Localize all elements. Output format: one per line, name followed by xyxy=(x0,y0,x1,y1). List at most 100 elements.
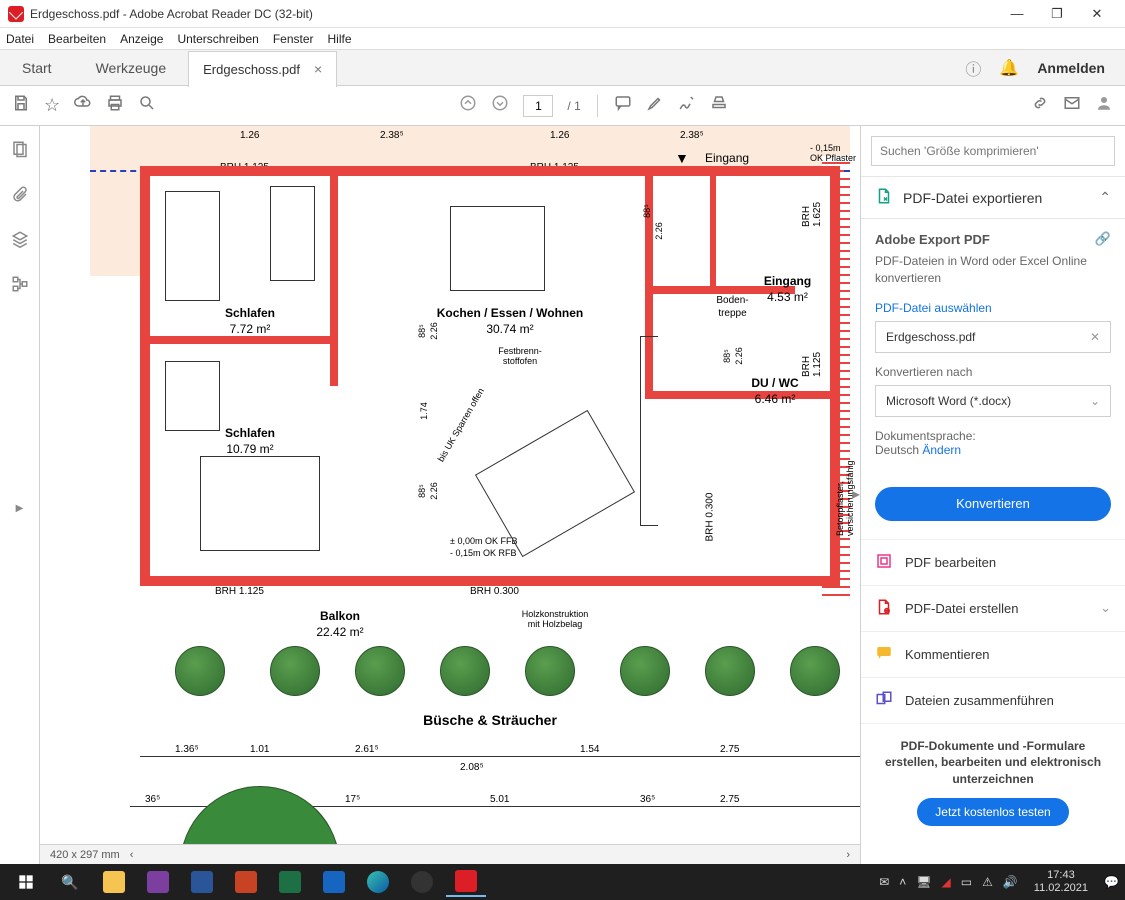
doclang-value: Deutsch xyxy=(875,443,919,457)
taskbar-search-icon[interactable]: 🔍 xyxy=(50,867,90,897)
promo-text: PDF-Dokumente und -Formulare erstellen, … xyxy=(875,738,1111,788)
tray-battery-icon[interactable]: ▭ xyxy=(961,875,972,889)
bdim-mid: 2.08⁵ xyxy=(460,762,484,773)
clear-file-icon[interactable]: ✕ xyxy=(1090,330,1100,344)
maximize-button[interactable]: ❐ xyxy=(1037,0,1077,28)
search-input[interactable] xyxy=(871,136,1115,166)
chevron-down-icon: ⌄ xyxy=(1090,394,1100,408)
document-viewport[interactable]: 1.26 2.38⁵ 1.26 2.38⁵ BRH 1.125 BRH 1.12… xyxy=(40,126,860,864)
taskbar-onenote[interactable] xyxy=(138,867,178,897)
dim-top-2: 2.38⁵ xyxy=(380,130,404,141)
taskbar-word[interactable] xyxy=(182,867,222,897)
bdim2-5: 36⁵ xyxy=(640,794,655,805)
tray-sound-icon[interactable]: 🔊 xyxy=(1003,875,1018,889)
dim-88-1: 88⁵ xyxy=(417,324,427,338)
furniture-door1 xyxy=(270,186,315,281)
bdim2-6: 2.75 xyxy=(720,794,739,805)
tool-create-pdf[interactable]: PDF-Datei erstellen ⌄ xyxy=(861,585,1125,631)
star-icon[interactable]: ☆ xyxy=(44,95,60,116)
stamp-icon[interactable] xyxy=(710,94,728,117)
elev-rfb: - 0,15m OK RFB xyxy=(450,548,517,558)
room-balkon: Balkon22.42 m² xyxy=(275,609,405,640)
export-subtitle: Adobe Export PDF xyxy=(875,232,990,247)
cloud-upload-icon[interactable] xyxy=(74,94,92,117)
page-down-icon[interactable] xyxy=(491,94,509,117)
highlight-icon[interactable] xyxy=(646,94,664,117)
menu-edit[interactable]: Bearbeiten xyxy=(48,32,106,46)
promo-box: PDF-Dokumente und -Formulare erstellen, … xyxy=(861,723,1125,840)
tray-up-icon[interactable]: ˄ xyxy=(899,875,906,889)
tray-notifications-icon[interactable]: 💬 xyxy=(1104,875,1119,889)
tool-edit-pdf[interactable]: PDF bearbeiten xyxy=(861,539,1125,585)
tray-wifi-icon[interactable]: ⚠ xyxy=(982,875,993,889)
link-share-icon[interactable] xyxy=(1031,94,1049,117)
comment-icon[interactable] xyxy=(614,94,632,117)
start-button[interactable] xyxy=(6,867,46,897)
taskbar-explorer[interactable] xyxy=(94,867,134,897)
menu-sign[interactable]: Unterschreiben xyxy=(177,32,258,46)
taskbar-edge[interactable] xyxy=(358,867,398,897)
print-icon[interactable] xyxy=(106,94,124,117)
scroll-left-icon[interactable]: ‹ xyxy=(130,849,134,861)
bdim1-4: 1.54 xyxy=(580,744,599,755)
taskbar-powerpoint[interactable] xyxy=(226,867,266,897)
sign-icon[interactable] xyxy=(678,94,696,117)
save-icon[interactable] xyxy=(12,94,30,117)
menu-file[interactable]: Datei xyxy=(6,32,34,46)
tab-start[interactable]: Start xyxy=(0,60,74,76)
tray-mail-icon[interactable]: ✉ xyxy=(879,875,889,889)
page-up-icon[interactable] xyxy=(459,94,477,117)
scroll-right-icon[interactable]: › xyxy=(846,849,850,861)
export-pdf-icon xyxy=(875,187,893,208)
dim-226-2: 2.26 xyxy=(429,482,439,500)
layers-icon[interactable] xyxy=(11,230,29,253)
convert-button[interactable]: Konvertieren xyxy=(875,487,1111,521)
export-body: Adobe Export PDF 🔗 PDF-Dateien in Word o… xyxy=(861,219,1125,469)
cloud-link-icon[interactable]: 🔗 xyxy=(1095,231,1111,247)
elev-ffb: ± 0,00m OK FFB xyxy=(450,536,517,546)
page-dimensions-label: 420 x 297 mm xyxy=(50,849,120,861)
menu-view[interactable]: Anzeige xyxy=(120,32,163,46)
help-icon[interactable]: ⓘ xyxy=(965,56,981,80)
person-icon[interactable] xyxy=(1095,94,1113,117)
doclang-label: Dokumentsprache: xyxy=(875,429,976,443)
tab-document[interactable]: Erdgeschoss.pdf × xyxy=(188,51,337,87)
rightpanel-toggle-icon[interactable]: ▶ xyxy=(852,490,860,501)
export-section-title: PDF-Datei exportieren xyxy=(903,190,1042,206)
minimize-button[interactable]: — xyxy=(997,0,1037,28)
page-number-input[interactable] xyxy=(523,95,553,117)
close-window-button[interactable]: ✕ xyxy=(1077,0,1117,28)
thumbnails-icon[interactable] xyxy=(11,140,29,163)
doclang-change-link[interactable]: Ändern xyxy=(922,443,961,457)
tab-close-icon[interactable]: × xyxy=(314,61,322,77)
model-tree-icon[interactable] xyxy=(11,275,29,298)
windows-taskbar: 🔍 ✉ ˄ 🖥 ◢ ▭ ⚠ 🔊 17:43 11.02.2021 💬 xyxy=(0,864,1125,900)
bell-icon[interactable]: 🔔 xyxy=(999,58,1019,78)
mail-icon[interactable] xyxy=(1063,94,1081,117)
tray-monitor-icon[interactable]: 🖥 xyxy=(916,875,931,889)
document-statusbar: 420 x 297 mm ‹ › xyxy=(40,844,860,864)
taskbar-clock[interactable]: 17:43 11.02.2021 xyxy=(1028,869,1094,894)
menu-help[interactable]: Hilfe xyxy=(328,32,352,46)
dim-88-2: 88⁵ xyxy=(417,484,427,498)
convert-target-select[interactable]: Microsoft Word (*.docx) ⌄ xyxy=(875,385,1111,417)
menu-window[interactable]: Fenster xyxy=(273,32,314,46)
tool-comment[interactable]: Kommentieren xyxy=(861,631,1125,677)
zoom-icon[interactable] xyxy=(138,94,156,117)
brh-0300-vert: BRH 0.300 xyxy=(705,493,716,542)
attachments-icon[interactable] xyxy=(11,185,29,208)
login-button[interactable]: Anmelden xyxy=(1037,60,1105,76)
export-section-header[interactable]: PDF-Datei exportieren ⌃ xyxy=(861,176,1125,219)
taskbar-outlook[interactable] xyxy=(314,867,354,897)
taskbar-app1[interactable] xyxy=(402,867,442,897)
promo-button[interactable]: Jetzt kostenlos testen xyxy=(917,798,1068,826)
tool-combine[interactable]: Dateien zusammenführen xyxy=(861,677,1125,723)
bushes-label: Büsche & Sträucher xyxy=(390,711,590,729)
tab-tools[interactable]: Werkzeuge xyxy=(74,60,189,76)
taskbar-excel[interactable] xyxy=(270,867,310,897)
tray-avira-icon[interactable]: ◢ xyxy=(942,875,951,889)
sidebar-toggle-icon[interactable]: ▶ xyxy=(16,503,24,514)
selected-file-box[interactable]: Erdgeschoss.pdf ✕ xyxy=(875,321,1111,353)
taskbar-acrobat[interactable] xyxy=(446,867,486,897)
dim-top-1: 1.26 xyxy=(240,130,259,141)
